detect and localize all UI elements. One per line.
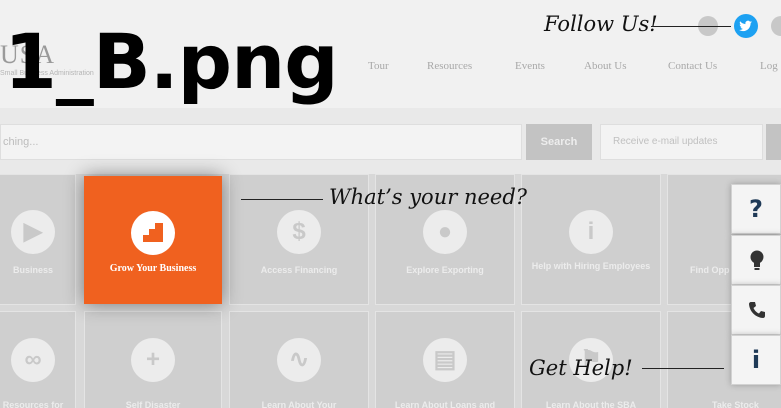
featured-tile-label: Grow Your Business [109,263,197,274]
tile-label: Help with Hiring Employees [531,261,651,271]
question-icon: ? [749,195,763,223]
search-button[interactable]: Search [526,124,592,160]
social-icon[interactable] [771,16,781,36]
nav-item-contact-us[interactable]: Contact Us [668,60,717,72]
tile-label: Business [12,265,54,275]
dollar-icon: $ [277,210,321,254]
search-input[interactable]: ching... [0,124,522,160]
email-updates-input[interactable]: Receive e-mail updates [600,124,763,160]
email-placeholder: Receive e-mail updates [613,136,718,147]
info-icon: i [751,346,761,374]
tile-label: Self Disaster [125,400,181,408]
tile-label: Learn About Loans and [394,400,496,408]
email-submit-button[interactable] [766,124,781,160]
help-question-button[interactable]: ? [731,184,781,234]
search-placeholder: ching... [3,136,39,148]
whats-your-need-annotation: What’s your need? [329,185,528,209]
plus-icon: + [131,338,175,382]
lightbulb-icon [750,250,764,270]
tile-label: Explore Exporting [406,265,484,275]
help-ideas-button[interactable] [731,235,781,285]
twitter-bird-glyph [739,20,752,32]
nav-item-about-us[interactable]: About Us [584,60,626,72]
get-help-annotation: Get Help! [529,356,633,380]
nav-item-tour[interactable]: Tour [368,60,389,72]
phone-icon [749,302,765,318]
tile-learn-about-loans[interactable]: ▤ Learn About Loans and [375,311,515,408]
play-icon: ▶ [11,210,55,254]
globe-icon: ● [423,210,467,254]
follow-us-leader-line [651,26,731,27]
tile-label: Access Financing [260,265,338,275]
stairs-glyph [143,223,163,242]
stairs-icon [131,211,175,255]
main-nav: Tour Resources Events About Us Contact U… [368,60,781,74]
tile-help-with-hiring[interactable]: i Help with Hiring Employees [521,174,661,305]
follow-us-annotation: Follow Us! [544,12,658,36]
tile-business[interactable]: ▶ Business [0,174,76,305]
twitter-icon[interactable] [734,14,758,38]
tile-learn-about-your[interactable]: ∿ Learn About Your [229,311,369,408]
tile-label: Resources for [2,400,64,408]
ribbon-icon: ∞ [11,338,55,382]
tile-label: Take Stock [712,400,759,408]
file-name-title: 1_B.png [4,17,339,106]
tile-label: Learn About the SBA [545,400,637,408]
nav-item-events[interactable]: Events [515,60,545,72]
pulse-icon: ∿ [277,338,321,382]
grow-your-business-tile[interactable]: Grow Your Business [84,176,222,304]
nav-item-log[interactable]: Log [760,60,778,72]
nav-item-resources[interactable]: Resources [427,60,472,72]
need-leader-line [241,199,323,200]
tile-disaster[interactable]: + Self Disaster [84,311,222,408]
document-icon: ▤ [423,338,467,382]
tile-resources[interactable]: ∞ Resources for [0,311,76,408]
get-help-leader-line [642,368,724,369]
help-info-button[interactable]: i [731,335,781,385]
info-icon: i [569,210,613,254]
help-phone-button[interactable] [731,285,781,335]
screenshot-stage: USA Small Business Administration Tour R… [0,0,781,408]
tile-label: Learn About Your [261,400,337,408]
